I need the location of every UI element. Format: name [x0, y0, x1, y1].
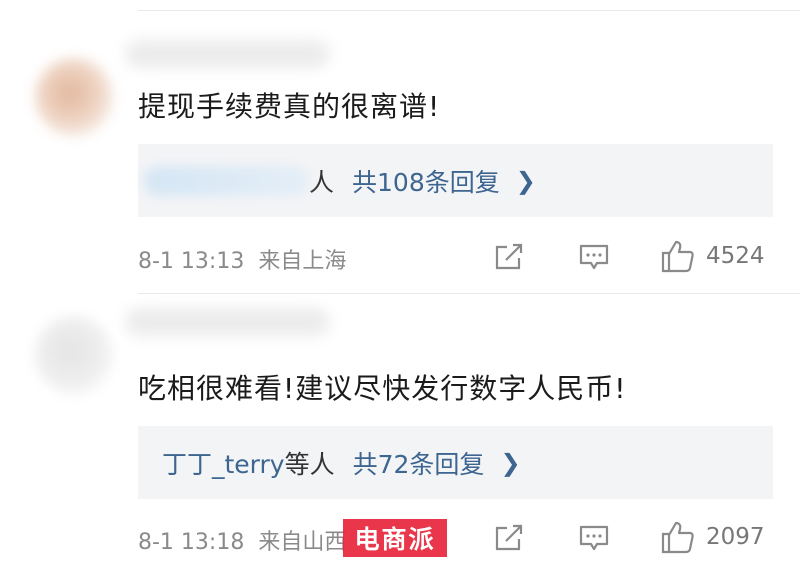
chevron-right-icon: ❯ — [515, 166, 536, 195]
thumbs-up-icon — [661, 240, 694, 273]
comment-meta: 8-1 13:18 来自山西 — [138, 524, 346, 556]
reply-users-suffix: 人 — [309, 167, 335, 197]
comment-text: 吃相很难看!建议尽快发行数字人民币! — [138, 372, 627, 405]
comment-time: 8-1 13:18 — [138, 530, 245, 555]
comment-item: 提现手续费真的很离谱! 人 共108条回复 ❯ 8-1 13:13 来自上海 45… — [0, 0, 800, 292]
username-redacted[interactable] — [125, 40, 330, 68]
share-button[interactable] — [493, 242, 525, 272]
like-button[interactable]: 4524 — [660, 238, 765, 274]
like-count: 2097 — [706, 524, 765, 550]
reply-preview[interactable]: 丁丁_terry 等人 共72条回复 ❯ — [138, 426, 773, 499]
chevron-right-icon: ❯ — [500, 448, 521, 477]
comment-button[interactable] — [578, 523, 610, 553]
avatar[interactable] — [35, 316, 113, 394]
comment-time: 8-1 13:13 — [138, 249, 245, 274]
avatar[interactable] — [35, 58, 113, 136]
like-button[interactable]: 2097 — [660, 519, 765, 555]
share-button[interactable] — [493, 523, 525, 553]
share-icon — [495, 243, 523, 270]
reply-usernames[interactable]: 丁丁_terry — [162, 445, 285, 481]
reply-preview[interactable]: 人 共108条回复 ❯ — [138, 144, 773, 217]
comment-meta: 8-1 13:13 来自上海 — [138, 243, 346, 275]
comment-text: 提现手续费真的很离谱! — [138, 90, 441, 123]
share-icon — [495, 524, 523, 551]
comment-button[interactable] — [578, 242, 610, 272]
reply-users-suffix: 等人 — [284, 449, 335, 479]
comment-icon — [579, 244, 609, 270]
reply-count-link[interactable]: 共72条回复 — [353, 445, 485, 481]
like-count: 4524 — [706, 243, 765, 269]
comment-location: 来自山西 — [258, 530, 347, 555]
watermark-logo: 电商派 — [343, 519, 447, 557]
reply-usernames-redacted — [144, 165, 309, 196]
reply-count-link[interactable]: 共108条回复 — [352, 163, 500, 199]
username-redacted[interactable] — [125, 308, 330, 336]
comment-location: 来自上海 — [258, 249, 347, 274]
thumbs-up-icon — [661, 521, 694, 554]
comment-icon — [579, 525, 609, 551]
